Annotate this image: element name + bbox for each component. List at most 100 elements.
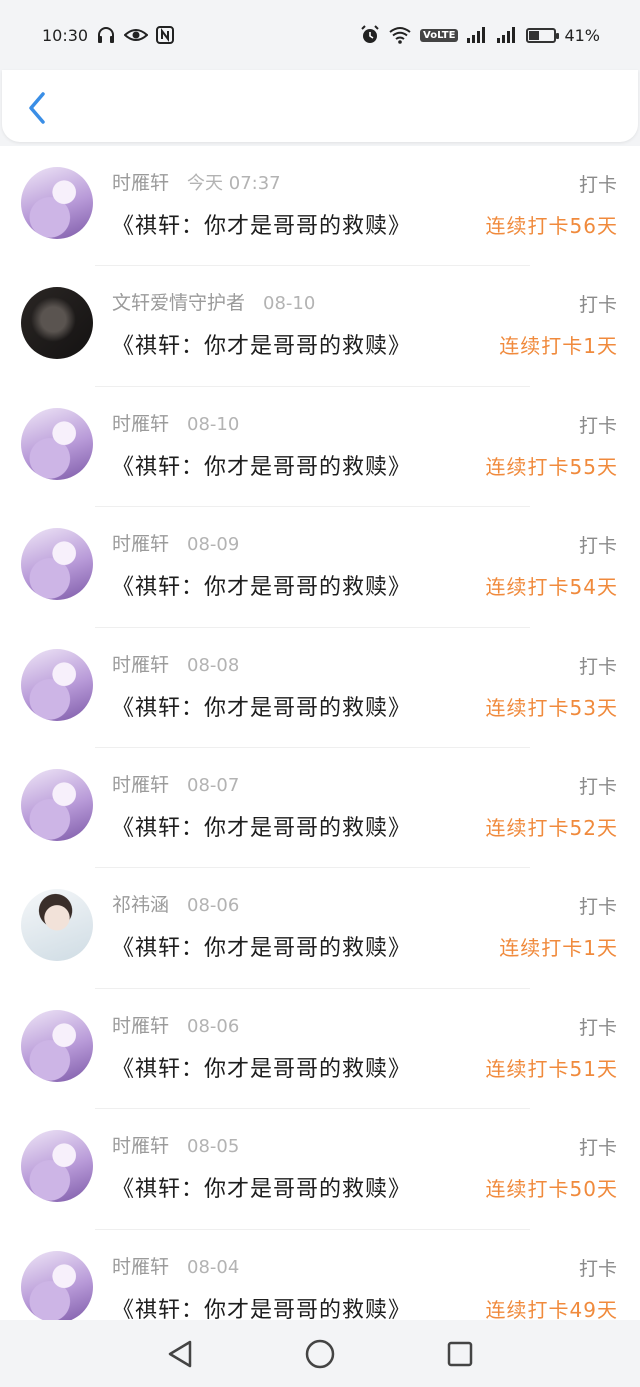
book-title[interactable]: 《祺轩：你才是哥哥的救赎》	[112, 328, 411, 360]
chevron-left-icon	[29, 92, 45, 124]
alarm-icon	[360, 25, 380, 45]
battery-level	[529, 30, 540, 40]
book-title[interactable]: 《祺轩：你才是哥哥的救赎》	[112, 1292, 411, 1320]
list-item[interactable]: 祁祎涵 08-06 打卡 《祺轩：你才是哥哥的救赎》 连续打卡1天	[0, 868, 640, 989]
streak-label: 连续打卡54天	[485, 575, 618, 600]
post-time: 08-06	[187, 895, 240, 917]
avatar[interactable]	[21, 768, 93, 841]
user-name[interactable]: 文轩爱情守护者	[112, 288, 245, 315]
streak-label: 连续打卡50天	[485, 1177, 618, 1202]
avatar[interactable]	[21, 1130, 93, 1203]
list-item[interactable]: 时雁轩 08-04 打卡 《祺轩：你才是哥哥的救赎》 连续打卡49天	[0, 1230, 640, 1320]
list-item[interactable]: 时雁轩 08-06 打卡 《祺轩：你才是哥哥的救赎》 连续打卡51天	[0, 989, 640, 1110]
post-time: 08-10	[263, 293, 316, 315]
nfc-icon	[156, 26, 175, 44]
avatar[interactable]	[21, 648, 93, 721]
name-line: 时雁轩 08-10	[112, 409, 239, 436]
book-title[interactable]: 《祺轩：你才是哥哥的救赎》	[112, 449, 411, 481]
checkin-tag: 打卡	[578, 535, 617, 558]
avatar[interactable]	[21, 1009, 93, 1082]
home-circle-icon	[305, 1339, 335, 1368]
nav-back-button[interactable]	[160, 1334, 200, 1374]
headphones-icon	[96, 26, 116, 44]
list-item[interactable]: 时雁轩 08-09 打卡 《祺轩：你才是哥哥的救赎》 连续打卡54天	[0, 507, 640, 628]
checkin-tag: 打卡	[578, 1137, 617, 1160]
wifi-icon	[388, 26, 412, 44]
status-bar: 10:30 VoLTE 41%	[0, 0, 640, 70]
avatar[interactable]	[21, 889, 93, 962]
user-name[interactable]: 时雁轩	[112, 168, 169, 195]
user-name[interactable]: 时雁轩	[112, 650, 169, 677]
avatar[interactable]	[21, 407, 93, 480]
book-title[interactable]: 《祺轩：你才是哥哥的救赎》	[112, 690, 411, 722]
name-line: 时雁轩 08-08	[112, 650, 239, 677]
status-right: VoLTE 41%	[360, 25, 600, 45]
checkin-tag: 打卡	[578, 414, 617, 437]
avatar[interactable]	[21, 528, 93, 601]
avatar[interactable]	[21, 167, 93, 239]
name-line: 祁祎涵 08-06	[112, 890, 239, 917]
checkin-tag: 打卡	[578, 1016, 617, 1039]
book-title[interactable]: 《祺轩：你才是哥哥的救赎》	[112, 569, 411, 601]
streak-label: 连续打卡56天	[485, 214, 618, 238]
nav-home-button[interactable]	[300, 1334, 340, 1374]
list-item[interactable]: 时雁轩 今天 07:37 打卡 《祺轩：你才是哥哥的救赎》 连续打卡56天	[0, 146, 640, 267]
post-time: 08-05	[187, 1136, 240, 1158]
clock: 10:30	[42, 25, 89, 45]
post-time: 08-10	[187, 413, 240, 435]
streak-label: 连续打卡1天	[499, 334, 618, 359]
volte-badge: VoLTE	[420, 28, 459, 42]
name-line: 时雁轩 08-07	[112, 770, 239, 797]
checkin-list[interactable]: 时雁轩 今天 07:37 打卡 《祺轩：你才是哥哥的救赎》 连续打卡56天 文轩…	[0, 146, 640, 1320]
user-name[interactable]: 时雁轩	[112, 1011, 169, 1038]
name-line: 时雁轩 08-04	[112, 1252, 239, 1279]
avatar[interactable]	[21, 287, 93, 360]
eye-icon	[124, 27, 149, 43]
post-time: 今天 07:37	[187, 173, 281, 194]
checkin-tag: 打卡	[578, 775, 617, 798]
user-name[interactable]: 时雁轩	[112, 409, 169, 436]
name-line: 时雁轩 08-05	[112, 1131, 239, 1158]
nav-recents-button[interactable]	[440, 1334, 480, 1374]
recents-square-icon	[447, 1341, 473, 1366]
list-item[interactable]: 时雁轩 08-07 打卡 《祺轩：你才是哥哥的救赎》 连续打卡52天	[0, 748, 640, 869]
header	[2, 70, 638, 142]
book-title[interactable]: 《祺轩：你才是哥哥的救赎》	[112, 208, 411, 240]
user-name[interactable]: 时雁轩	[112, 1131, 169, 1158]
post-time: 08-07	[187, 774, 240, 796]
book-title[interactable]: 《祺轩：你才是哥哥的救赎》	[112, 930, 411, 962]
name-line: 文轩爱情守护者 08-10	[112, 288, 315, 315]
book-title[interactable]: 《祺轩：你才是哥哥的救赎》	[112, 1171, 411, 1203]
list-item[interactable]: 时雁轩 08-05 打卡 《祺轩：你才是哥哥的救赎》 连续打卡50天	[0, 1109, 640, 1230]
book-title[interactable]: 《祺轩：你才是哥哥的救赎》	[112, 810, 411, 842]
post-time: 08-09	[187, 534, 240, 556]
avatar[interactable]	[21, 1250, 93, 1320]
list-item[interactable]: 文轩爱情守护者 08-10 打卡 《祺轩：你才是哥哥的救赎》 连续打卡1天	[0, 266, 640, 387]
status-left: 10:30	[42, 25, 175, 45]
user-name[interactable]: 时雁轩	[112, 770, 169, 797]
streak-label: 连续打卡51天	[485, 1056, 618, 1081]
checkin-tag: 打卡	[578, 294, 617, 317]
book-title[interactable]: 《祺轩：你才是哥哥的救赎》	[112, 1051, 411, 1083]
list-item[interactable]: 时雁轩 08-10 打卡 《祺轩：你才是哥哥的救赎》 连续打卡55天	[0, 387, 640, 508]
back-triangle-icon	[168, 1340, 192, 1367]
checkin-tag: 打卡	[578, 896, 617, 919]
streak-label: 连续打卡53天	[485, 695, 618, 720]
system-nav-bar	[0, 1320, 640, 1387]
user-name[interactable]: 祁祎涵	[112, 890, 169, 917]
battery-percent: 41%	[564, 25, 600, 45]
post-time: 08-04	[187, 1256, 240, 1278]
list-item[interactable]: 时雁轩 08-08 打卡 《祺轩：你才是哥哥的救赎》 连续打卡53天	[0, 628, 640, 748]
checkin-tag: 打卡	[578, 1257, 617, 1280]
user-name[interactable]: 时雁轩	[112, 1252, 169, 1279]
streak-label: 连续打卡1天	[499, 936, 618, 961]
signal-icon-2	[496, 26, 518, 44]
back-button[interactable]	[20, 88, 54, 128]
post-time: 08-06	[187, 1015, 240, 1037]
user-name[interactable]: 时雁轩	[112, 529, 169, 556]
checkin-tag: 打卡	[578, 655, 617, 678]
name-line: 时雁轩 08-06	[112, 1011, 239, 1038]
battery-icon	[526, 27, 560, 43]
streak-label: 连续打卡55天	[485, 454, 618, 479]
streak-label: 连续打卡49天	[485, 1297, 618, 1320]
